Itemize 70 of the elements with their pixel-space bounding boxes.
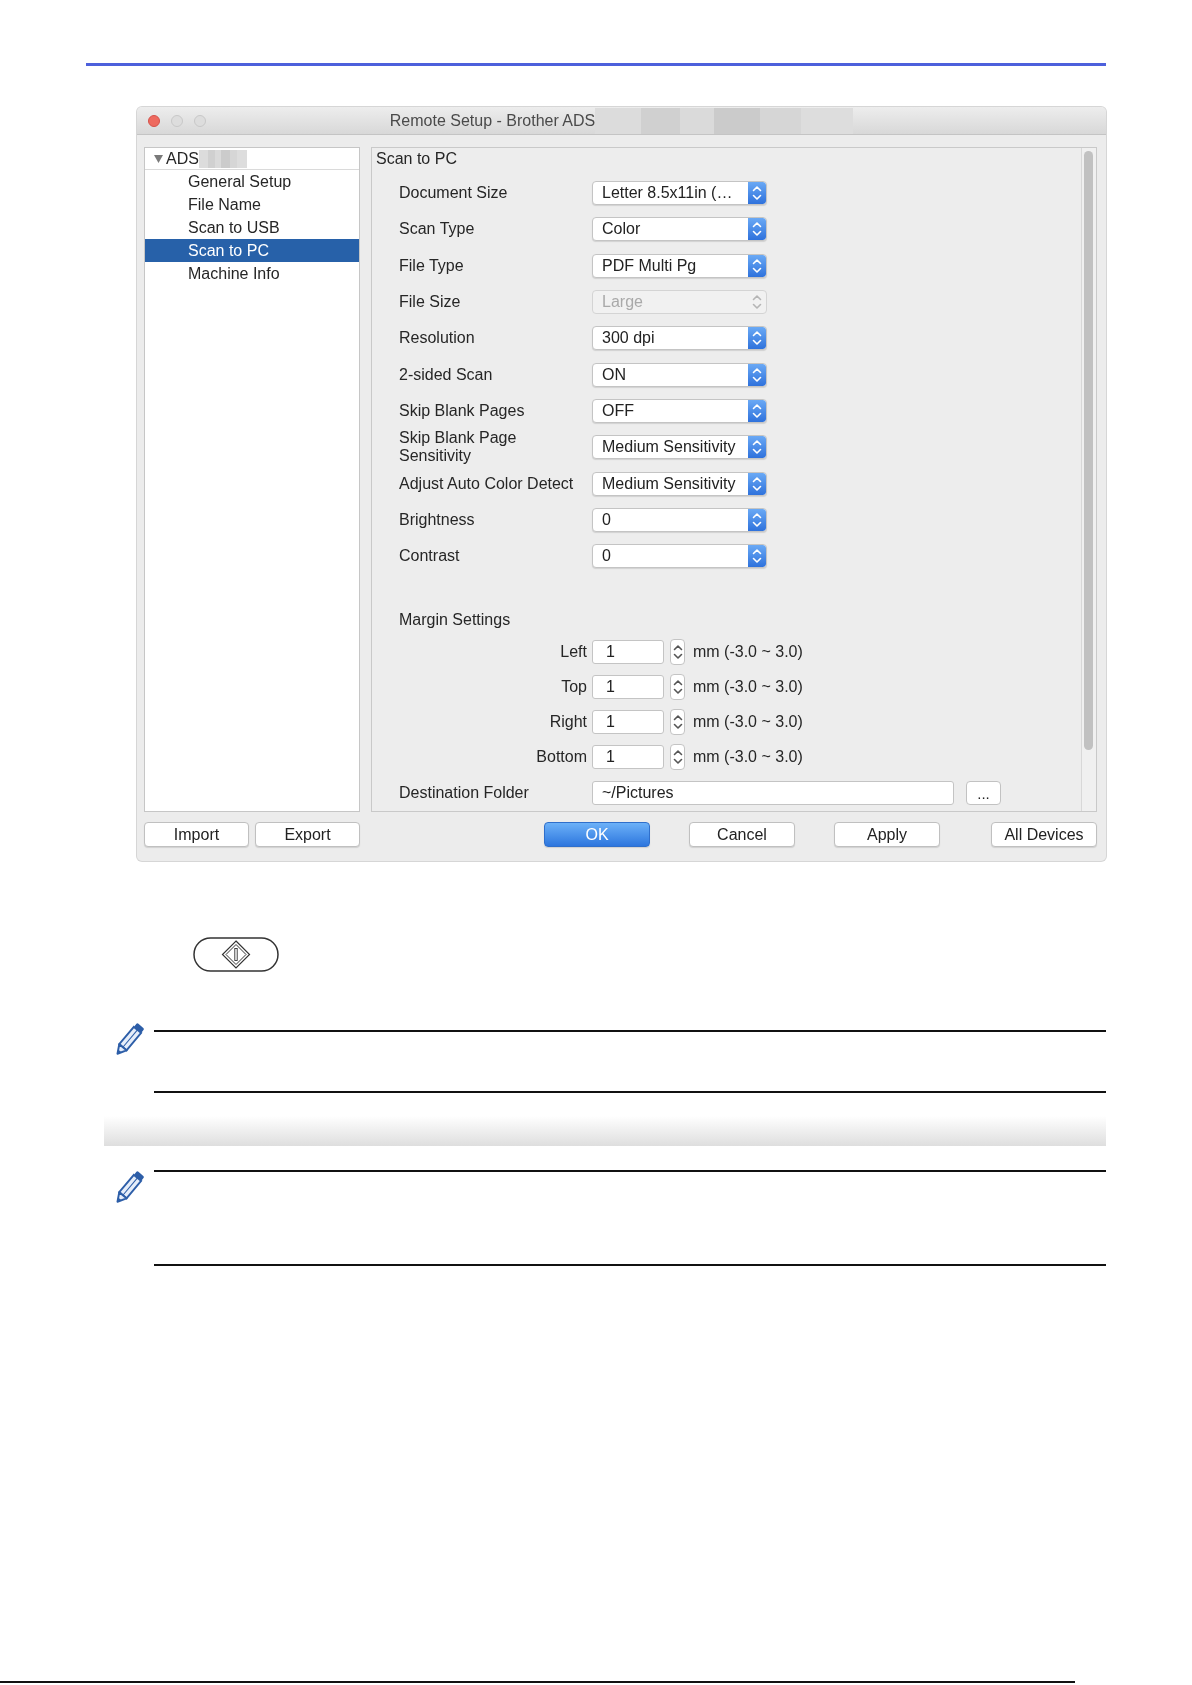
sidebar-item[interactable]: Scan to PC — [145, 239, 359, 262]
sidebar-item[interactable]: Machine Info — [145, 262, 359, 285]
updown-arrows-icon — [748, 436, 766, 459]
setting-label: Scan Type — [399, 220, 476, 239]
panel-title: Scan to PC — [375, 149, 458, 169]
sidebar-item[interactable]: Scan to USB — [145, 216, 359, 239]
updown-arrows-icon — [748, 254, 766, 277]
updown-arrows-icon — [748, 472, 766, 495]
scrollbar-track[interactable] — [1081, 148, 1096, 811]
dialog-button[interactable]: Apply — [834, 822, 940, 847]
updown-arrows-icon — [748, 182, 766, 205]
dropdown[interactable]: ON — [592, 362, 767, 387]
window-title: Remote Setup - Brother ADS — [389, 110, 596, 131]
setting-label: Resolution — [399, 329, 476, 348]
close-button[interactable] — [148, 114, 160, 127]
updown-arrows-icon — [748, 218, 766, 241]
range-label: mm (-3.0 ~ 3.0) — [693, 713, 803, 732]
sidebar-item[interactable]: File Name — [145, 193, 359, 216]
dialog-button[interactable]: All Devices — [991, 822, 1097, 847]
range-label: mm (-3.0 ~ 3.0) — [693, 643, 803, 662]
setting-label: Document Size — [399, 184, 509, 203]
margin-label: Left — [559, 643, 587, 662]
setting-label: File Type — [399, 256, 465, 275]
updown-arrows-icon — [748, 508, 766, 531]
number-field[interactable]: 1 — [592, 675, 664, 700]
stepper-button[interactable] — [670, 709, 685, 736]
setting-label: 2-sided Scan — [399, 365, 494, 384]
dropdown[interactable]: 0 — [592, 544, 767, 569]
setting-label: Brightness — [399, 510, 476, 529]
margin-label: Right — [548, 713, 587, 732]
scrollbar-thumb[interactable] — [1084, 151, 1093, 750]
range-label: mm (-3.0 ~ 3.0) — [693, 748, 803, 767]
dropdown[interactable]: Medium Sensitivity — [592, 471, 767, 496]
updown-arrows-icon — [748, 545, 766, 568]
dropdown[interactable]: 0 — [592, 507, 767, 532]
updown-arrows-icon — [748, 327, 766, 350]
setting-label: Skip Blank Page Sensitivity — [399, 429, 518, 466]
updown-arrows-icon — [748, 399, 766, 422]
sidebar-button[interactable]: Export — [255, 822, 360, 847]
stepper-button[interactable] — [670, 674, 685, 701]
margin-label: Top — [560, 678, 587, 697]
updown-arrows-icon — [748, 363, 766, 386]
dropdown[interactable]: Medium Sensitivity — [592, 435, 767, 460]
setting-label: File Size — [399, 293, 462, 312]
start-key-icon — [193, 937, 279, 972]
setting-label: Skip Blank Pages — [399, 401, 526, 420]
sidebar-item[interactable]: General Setup — [145, 170, 359, 193]
stepper-button[interactable] — [670, 744, 685, 771]
setting-label: Adjust Auto Color Detect — [399, 474, 575, 493]
dropdown[interactable]: OFF — [592, 398, 767, 423]
destination-label: Destination Folder — [399, 784, 530, 803]
dropdown[interactable]: PDF Multi Pg — [592, 253, 767, 278]
setting-label: Contrast — [399, 547, 461, 566]
number-field[interactable]: 1 — [592, 745, 664, 770]
dropdown[interactable]: Letter 8.5x11in (… — [592, 181, 767, 206]
dropdown[interactable]: Color — [592, 217, 767, 242]
dialog-button[interactable]: Cancel — [689, 822, 795, 847]
browse-button[interactable]: ... — [966, 781, 1001, 806]
range-label: mm (-3.0 ~ 3.0) — [693, 678, 803, 697]
tree-root-label[interactable]: ADS — [166, 149, 199, 168]
number-field[interactable]: 1 — [592, 640, 664, 665]
redaction-mosaic — [198, 149, 247, 168]
section-label: Margin Settings — [399, 610, 512, 631]
dropdown[interactable]: 300 dpi — [592, 326, 767, 351]
margin-label: Bottom — [535, 748, 587, 767]
stepper-button[interactable] — [670, 639, 685, 666]
disclosure-triangle-icon[interactable] — [154, 154, 163, 163]
number-field[interactable]: 1 — [592, 710, 664, 735]
folder-path-field[interactable]: ~/Pictures — [592, 781, 954, 806]
sidebar-button[interactable]: Import — [144, 822, 249, 847]
